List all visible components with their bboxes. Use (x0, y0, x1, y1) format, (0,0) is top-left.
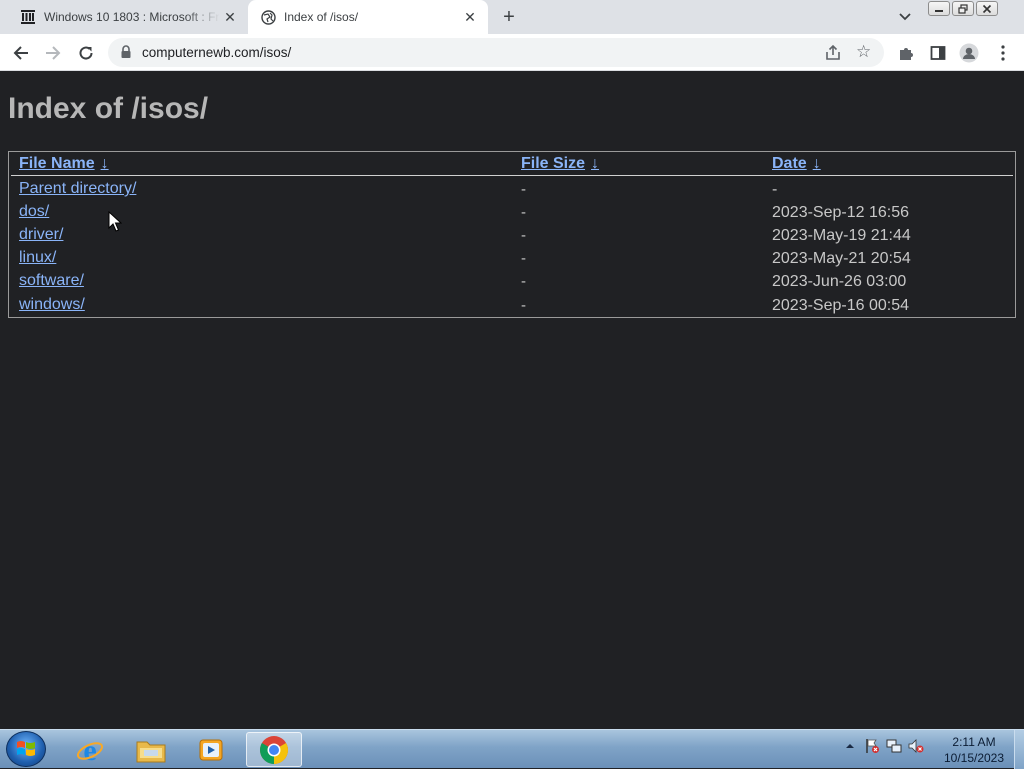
bookmark-star-icon[interactable]: ☆ (856, 43, 874, 61)
column-header-file-size[interactable]: File Size ↓ (521, 155, 599, 173)
share-icon[interactable] (824, 44, 842, 62)
action-center-flag-icon[interactable] (864, 738, 880, 754)
menu-kebab-icon[interactable] (993, 43, 1013, 63)
reload-icon[interactable] (73, 40, 99, 66)
column-header-file-name[interactable]: File Name ↓ (19, 155, 109, 173)
show-desktop-button[interactable] (1014, 730, 1024, 769)
tab-search-chevron-icon[interactable] (895, 8, 915, 26)
page-content: Index of /isos/ File Name ↓ File Size ↓ Da… (0, 72, 1024, 729)
lock-icon[interactable] (120, 45, 134, 59)
tab-title: Index of /isos/ (284, 10, 359, 24)
file-date: 2023-Sep-16 00:54 (772, 297, 909, 314)
file-size: - (521, 250, 526, 267)
sort-arrow-icon[interactable]: ↓ (591, 155, 599, 173)
header-divider (11, 175, 1013, 176)
file-size: - (521, 227, 526, 244)
window-controls (928, 1, 998, 16)
side-panel-icon[interactable] (928, 43, 948, 63)
page-title: Index of /isos/ (8, 92, 209, 125)
column-header-date[interactable]: Date ↓ (772, 155, 821, 173)
minimize-icon[interactable] (928, 1, 950, 16)
restore-icon[interactable] (952, 1, 974, 16)
volume-muted-icon[interactable] (908, 738, 924, 754)
mouse-cursor-icon (108, 210, 123, 233)
table-row: driver/ - 2023-May-19 21:44 (9, 223, 1015, 246)
tab-title: Windows 10 1803 : Microsoft : Fr (44, 10, 220, 24)
table-row: windows/ - 2023-Sep-16 00:54 (9, 293, 1015, 316)
table-row: Parent directory/ - - (9, 177, 1015, 200)
file-explorer-icon[interactable] (123, 732, 179, 767)
windows-taskbar: e 2:11 AM 10/15/2023 (0, 729, 1024, 769)
tab-strip: Windows 10 1803 : Microsoft : Fr ✕ Index… (0, 0, 1024, 34)
file-date: 2023-Jun-26 03:00 (772, 273, 907, 290)
sort-arrow-icon[interactable]: ↓ (101, 155, 109, 173)
globe-icon (260, 9, 276, 25)
table-row: linux/ - 2023-May-21 20:54 (9, 246, 1015, 269)
file-size: - (521, 297, 526, 314)
tab-windows-10[interactable]: Windows 10 1803 : Microsoft : Fr ✕ (8, 0, 248, 34)
file-link[interactable]: dos/ (19, 203, 49, 221)
clock-date: 10/15/2023 (943, 751, 1005, 765)
file-link[interactable]: linux/ (19, 249, 56, 267)
internet-explorer-icon[interactable]: e (62, 732, 118, 767)
file-size: - (521, 273, 526, 290)
taskbar-clock[interactable]: 2:11 AM 10/15/2023 (936, 734, 1012, 766)
file-link[interactable]: software/ (19, 272, 84, 290)
back-arrow-icon[interactable] (8, 40, 34, 66)
close-tab-icon[interactable]: ✕ (460, 7, 480, 27)
new-tab-button[interactable]: + (498, 6, 520, 28)
table-row: dos/ - 2023-Sep-12 16:56 (9, 200, 1015, 223)
svg-text:e: e (83, 735, 96, 765)
url-text: computernewb.com/isos/ (142, 45, 292, 60)
file-size: - (521, 181, 526, 198)
table-header: File Name ↓ File Size ↓ Date ↓ (9, 152, 1015, 176)
tab-index-isos[interactable]: Index of /isos/ ✕ (248, 0, 488, 34)
file-link[interactable]: windows/ (19, 296, 85, 314)
clock-time: 2:11 AM (952, 735, 996, 749)
start-orb-icon[interactable] (6, 731, 46, 767)
show-hidden-icons-chevron-icon[interactable] (842, 738, 858, 754)
system-tray (842, 738, 924, 754)
close-tab-icon[interactable]: ✕ (220, 7, 240, 27)
file-date: 2023-May-21 20:54 (772, 250, 911, 267)
file-link[interactable]: Parent directory/ (19, 180, 136, 198)
file-date: 2023-May-19 21:44 (772, 227, 911, 244)
browser-window: Windows 10 1803 : Microsoft : Fr ✕ Index… (0, 0, 1024, 729)
table-row: software/ - 2023-Jun-26 03:00 (9, 269, 1015, 292)
file-link[interactable]: driver/ (19, 226, 63, 244)
forward-arrow-icon[interactable] (40, 40, 66, 66)
chrome-icon[interactable] (246, 732, 302, 767)
address-bar[interactable]: computernewb.com/isos/ ☆ (108, 38, 884, 67)
media-player-icon[interactable] (183, 732, 239, 767)
file-listing-table: File Name ↓ File Size ↓ Date ↓ Parent direc… (8, 151, 1016, 318)
network-icon[interactable] (886, 738, 902, 754)
archive-columns-icon (20, 9, 36, 25)
profile-avatar-icon[interactable] (959, 43, 979, 63)
browser-toolbar: computernewb.com/isos/ ☆ (0, 34, 1024, 71)
close-window-icon[interactable] (976, 1, 998, 16)
file-date: - (772, 181, 778, 198)
extensions-puzzle-icon[interactable] (896, 43, 916, 63)
file-date: 2023-Sep-12 16:56 (772, 204, 909, 221)
file-size: - (521, 204, 526, 221)
sort-arrow-icon[interactable]: ↓ (813, 155, 821, 173)
